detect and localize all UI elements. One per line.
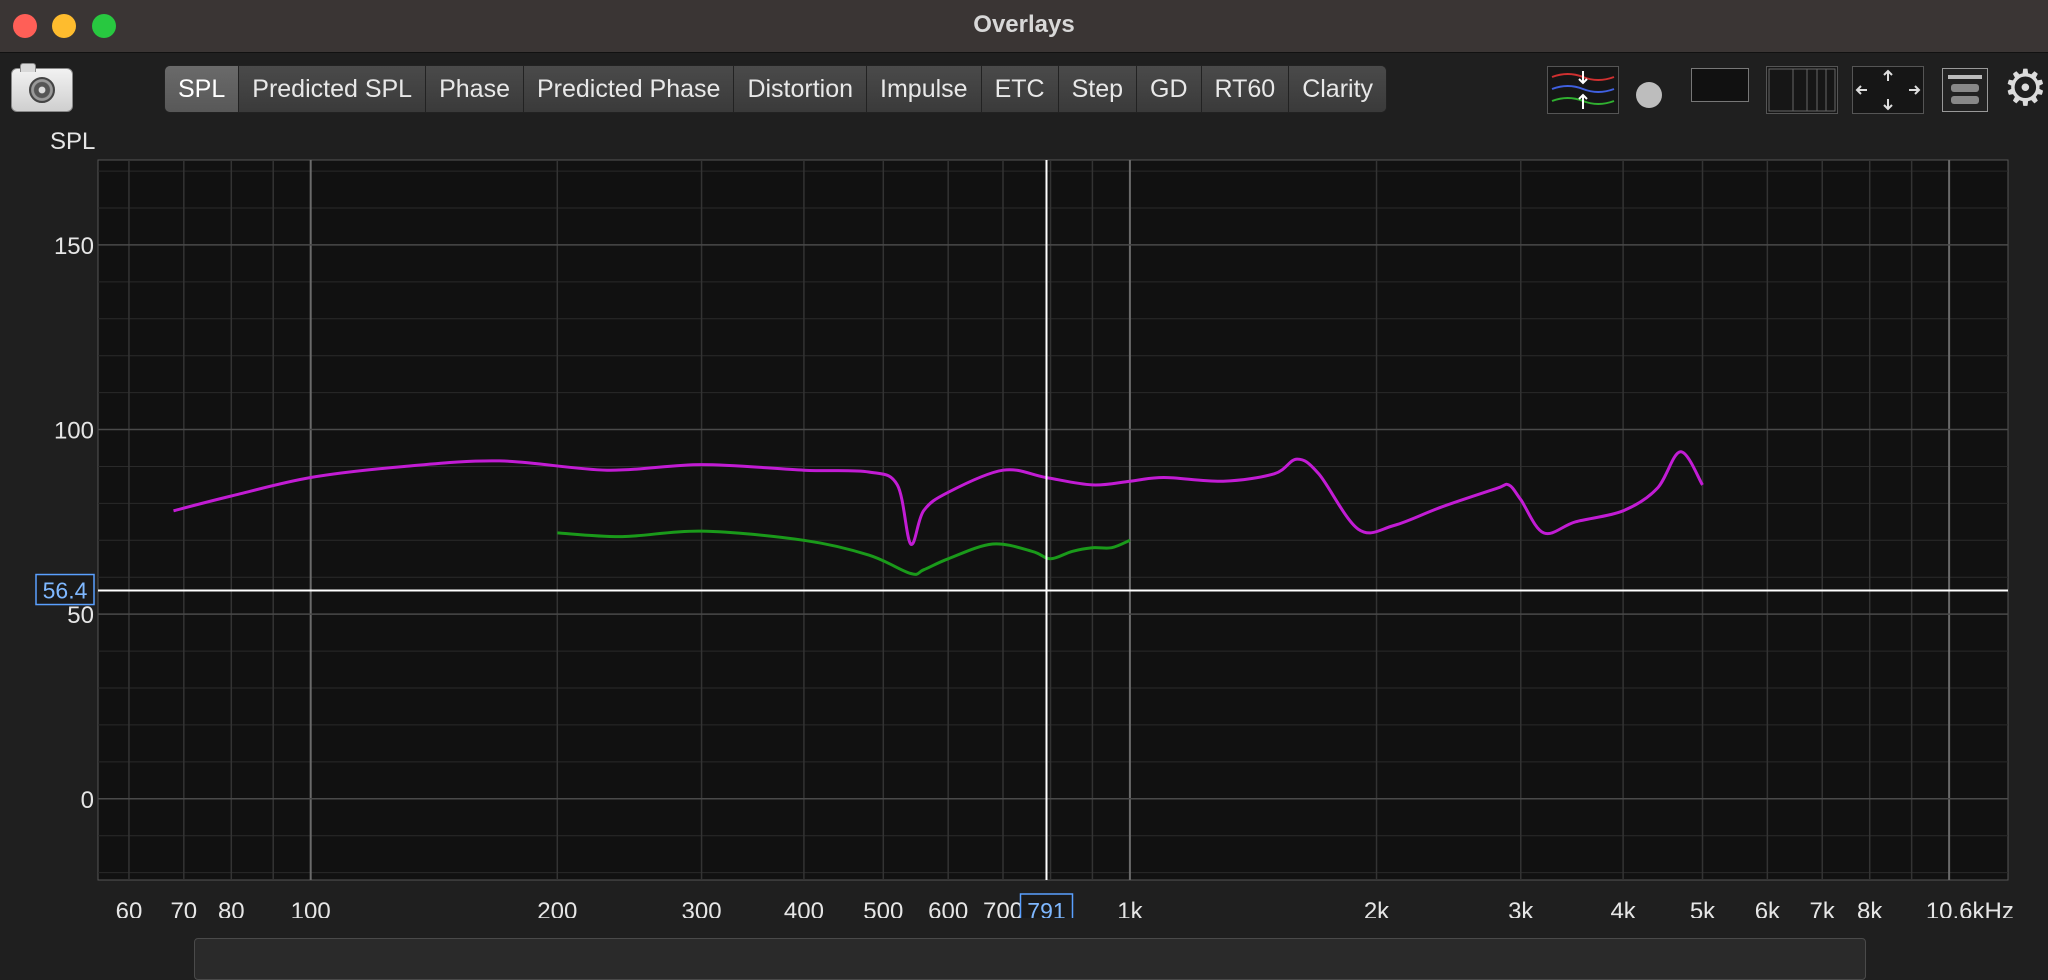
x-tick-label: 10.6kHz [1926,898,2014,918]
x-tick-label: 7k [1810,898,1836,918]
tab-phase[interactable]: Phase [426,66,524,112]
cursor-y-readout: 56.4 [43,578,88,604]
tab-rt60[interactable]: RT60 [1201,66,1290,112]
x-tick-label: 700 [983,898,1023,918]
bottom-panel [194,938,1866,980]
x-tick-label: 500 [863,898,903,918]
tab-spl[interactable]: SPL [165,66,240,112]
x-tick-label: 100 [291,898,331,918]
toolbar: SPL Predicted SPL Phase Predicted Phase … [0,52,2048,128]
x-tick-label: 2k [1364,898,1390,918]
gear-icon[interactable]: ⚙ [2003,63,2048,114]
columns-icon[interactable] [1766,66,1838,114]
arrows-icon[interactable] [1852,66,1924,114]
x-tick-label: 3k [1508,898,1534,918]
window-title: Overlays [973,11,1075,38]
y-tick-label: 0 [81,787,94,814]
layout-icon[interactable] [1942,68,1988,112]
x-tick-label: 6k [1755,898,1781,918]
x-tick-label: 300 [682,898,722,918]
blank-box-icon[interactable] [1691,68,1749,102]
camera-icon[interactable] [11,63,73,112]
y-tick-label: 150 [54,233,94,260]
title-bar: Overlays [0,0,2048,53]
camera-lens [29,77,55,103]
x-tick-label: 8k [1857,898,1883,918]
tab-predicted-spl[interactable]: Predicted SPL [239,66,427,112]
spl-chart[interactable]: 0 50 100 150 60 70 80 100 200 300 400 500 600 700 1k 2k… [0,128,2048,918]
tab-distortion[interactable]: Distortion [734,66,868,112]
tab-step[interactable]: Step [1058,66,1138,112]
x-tick-label: 1k [1117,898,1143,918]
overlays-window: Overlays SPL Predicted SPL Phase Predict… [0,0,2048,980]
x-tick-label: 200 [537,898,577,918]
y-tick-label: 50 [67,602,94,629]
x-tick-label: 70 [170,898,197,918]
x-tick-label: 4k [1610,898,1636,918]
graph-tabs: SPL Predicted SPL Phase Predicted Phase … [164,65,1388,113]
plot-area[interactable]: SPL 0 50 100 150 60 70 80 100 200 300 400 500 600 700… [0,128,2048,918]
y-tick-label: 100 [54,418,94,445]
dot-icon[interactable] [1636,82,1662,108]
x-tick-label: 5k [1690,898,1716,918]
x-tick-label: 400 [784,898,824,918]
trace-arrange-icon[interactable] [1547,66,1619,114]
tab-clarity[interactable]: Clarity [1289,66,1387,112]
tab-etc[interactable]: ETC [981,66,1059,112]
plot-background [97,159,2009,881]
cursor-x-readout: 791 [1027,898,1065,918]
x-tick-label: 80 [218,898,245,918]
tab-impulse[interactable]: Impulse [867,66,982,112]
x-tick-label: 600 [928,898,968,918]
tab-gd[interactable]: GD [1137,66,1202,112]
tab-predicted-phase[interactable]: Predicted Phase [523,66,735,112]
x-tick-label: 60 [116,898,143,918]
